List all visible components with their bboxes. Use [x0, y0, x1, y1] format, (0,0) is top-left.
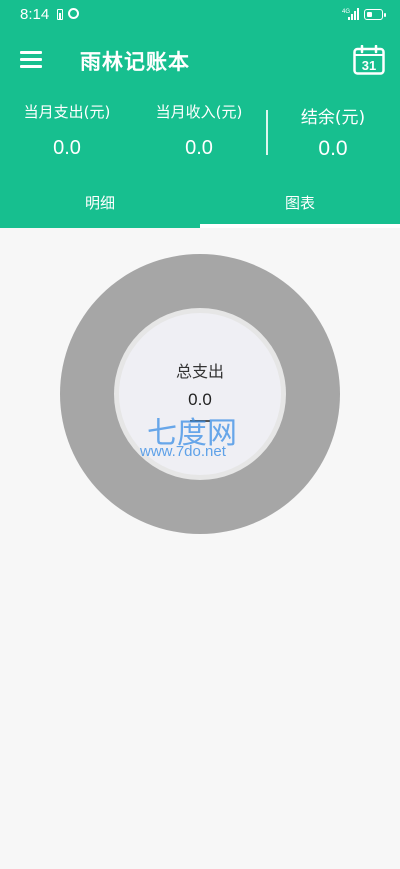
status-bar: 8:14 4G: [0, 0, 400, 30]
calendar-icon[interactable]: 31: [353, 45, 385, 75]
income-value: 0.0: [185, 137, 213, 159]
small-battery-icon: [57, 9, 63, 20]
watermark-url: www.7do.net: [140, 443, 226, 460]
summary-divider: [266, 110, 268, 155]
calendar-day: 31: [362, 58, 376, 73]
monthly-expense: 当月支出(元) 0.0: [7, 101, 127, 160]
expense-label: 当月支出(元): [23, 103, 111, 121]
chart-center-value: 0.0: [188, 390, 212, 409]
menu-icon[interactable]: [20, 51, 42, 68]
signal-icon: 4G: [342, 8, 359, 20]
watermark: 七度网 www.7do.net: [140, 408, 265, 464]
notification-icon: [68, 8, 79, 19]
expense-value: 0.0: [53, 137, 81, 159]
monthly-income: 当月收入(元) 0.0: [139, 101, 259, 160]
app-title: 雨林记账本: [80, 50, 190, 74]
status-time: 8:14: [20, 6, 50, 23]
app-header: 8:14 4G 雨林记账本 31 当月支出(元) 0.0 当月收入(元) 0.0…: [0, 0, 400, 228]
balance-value: 0.0: [318, 137, 348, 160]
income-label: 当月收入(元): [155, 103, 243, 121]
tab-indicator: [200, 224, 400, 228]
network-type-label: 4G: [342, 9, 350, 15]
battery-icon: [364, 9, 386, 20]
balance: 结余(元) 0.0: [273, 103, 393, 161]
tab-detail[interactable]: 明细: [0, 176, 200, 228]
tab-chart[interactable]: 图表: [200, 176, 400, 228]
chart-center-label: 总支出: [175, 362, 224, 381]
balance-label: 结余(元): [300, 108, 366, 128]
